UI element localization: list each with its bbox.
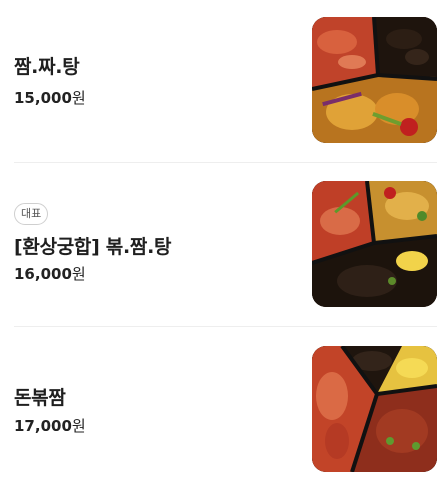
menu-item-name: 짬.짜.탕 — [14, 56, 80, 78]
food-photo-icon — [312, 17, 437, 143]
price-currency: 원 — [71, 265, 86, 283]
menu-item[interactable]: 돈볶짬 17,000원 — [14, 346, 437, 472]
signature-badge: 대표 — [14, 203, 49, 225]
food-photo-icon — [312, 181, 437, 307]
price-currency: 원 — [71, 89, 86, 107]
price-value: 15,000 — [14, 89, 72, 107]
price-currency: 원 — [71, 417, 86, 435]
menu-item-price: 17,000원 — [14, 415, 86, 436]
menu-item[interactable]: 짬.짜.탕 15,000원 — [14, 17, 437, 143]
menu-item-price: 16,000원 — [14, 263, 86, 284]
menu-item[interactable]: 대표 [환상궁합] 볶.짬.탕 16,000원 — [14, 181, 437, 307]
divider — [14, 162, 437, 163]
menu-item-info: 짬.짜.탕 15,000원 — [14, 17, 294, 143]
menu-item-info: 돈볶짬 17,000원 — [14, 346, 294, 472]
menu-item-info: 대표 [환상궁합] 볶.짬.탕 16,000원 — [14, 181, 294, 307]
menu-item-photo[interactable] — [312, 346, 437, 472]
menu-item-price: 15,000원 — [14, 87, 86, 108]
price-value: 17,000 — [14, 417, 72, 435]
menu-item-photo[interactable] — [312, 181, 437, 307]
price-value: 16,000 — [14, 265, 72, 283]
food-photo-icon — [312, 346, 437, 472]
menu-item-name: 돈볶짬 — [14, 387, 66, 409]
menu-item-name: [환상궁합] 볶.짬.탕 — [14, 236, 172, 258]
menu-item-photo[interactable] — [312, 17, 437, 143]
divider — [14, 326, 437, 327]
